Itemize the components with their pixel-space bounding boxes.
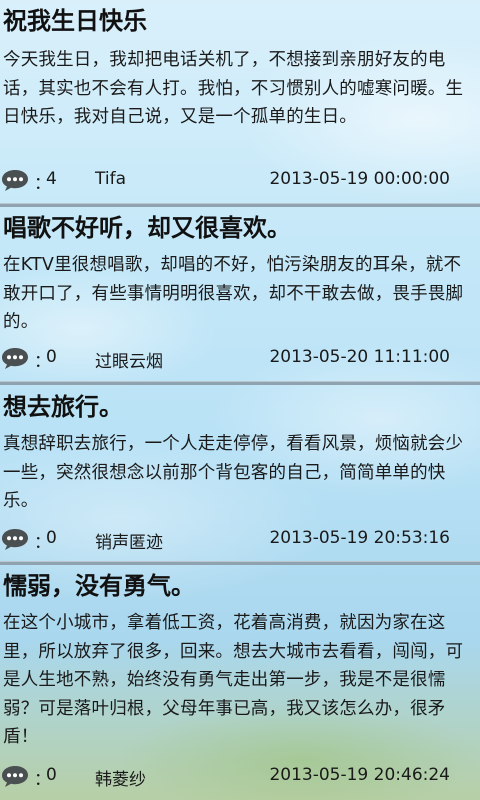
post-item[interactable]: 唱歌不好听，却又很喜欢。 在KTV里很想唱歌，却唱的不好，怕污染朋友的耳朵，就不… [0,207,480,337]
post-meta: ： 4 Tifa 2013-05-19 00:00:00 [0,168,480,194]
post-title: 懦弱，没有勇气。 [3,572,195,600]
post-body: 真想辞职去旅行，一个人走走停停，看看风景，烦恼就会少一些，突然很想念以前那个背包… [3,434,464,511]
post-date: 2013-05-19 20:53:16 [269,528,450,548]
comment-count: 4 [46,169,57,189]
speech-bubble-icon[interactable] [1,764,29,788]
post-title: 想去旅行。 [3,393,123,421]
post-body: 在这个小城市，拿着低工资，花着高消费，就因为家在这里，所以放弃了很多，回来。想去… [3,613,464,747]
post-title: 祝我生日快乐 [3,7,147,35]
post-title: 唱歌不好听，却又很喜欢。 [3,214,291,242]
post-meta: ： 0 韩菱纱 2013-05-19 20:46:24 [0,764,480,790]
post-date: 2013-05-20 11:11:00 [269,347,450,367]
post-author[interactable]: 过眼云烟 [95,347,163,372]
post-item[interactable]: 想去旅行。 真想辞职去旅行，一个人走走停停，看看风景，烦恼就会少一些，突然很想念… [0,386,480,516]
post-meta: ： 0 销声匿迹 2013-05-19 20:53:16 [0,527,480,553]
post-body: 今天我生日，我却把电话关机了，不想接到亲朋好友的电话，其实也不会有人打。我怕，不… [3,50,464,127]
post-author[interactable]: 销声匿迹 [95,528,163,553]
post-meta: ： 0 过眼云烟 2013-05-20 11:11:00 [0,346,480,372]
speech-bubble-icon[interactable] [1,527,29,551]
post-date: 2013-05-19 00:00:00 [269,169,450,189]
post-body: 在KTV里很想唱歌，却唱的不好，怕污染朋友的耳朵，就不敢开口了，有些事情明明很喜… [3,255,464,332]
post-item[interactable]: 祝我生日快乐 今天我生日，我却把电话关机了，不想接到亲朋好友的电话，其实也不会有… [0,0,480,132]
speech-bubble-icon[interactable] [1,168,29,192]
post-author[interactable]: Tifa [95,169,126,189]
post-item[interactable]: 懦弱，没有勇气。 在这个小城市，拿着低工资，花着高消费，就因为家在这里，所以放弃… [0,565,480,752]
post-author[interactable]: 韩菱纱 [95,765,146,790]
post-feed[interactable]: 祝我生日快乐 今天我生日，我却把电话关机了，不想接到亲朋好友的电话，其实也不会有… [0,0,480,800]
post-date: 2013-05-19 20:46:24 [269,765,450,785]
comment-count: 0 [46,347,57,367]
comment-count: 0 [46,765,57,785]
comment-count: 0 [46,528,57,548]
speech-bubble-icon[interactable] [1,346,29,370]
post-divider [0,381,480,385]
